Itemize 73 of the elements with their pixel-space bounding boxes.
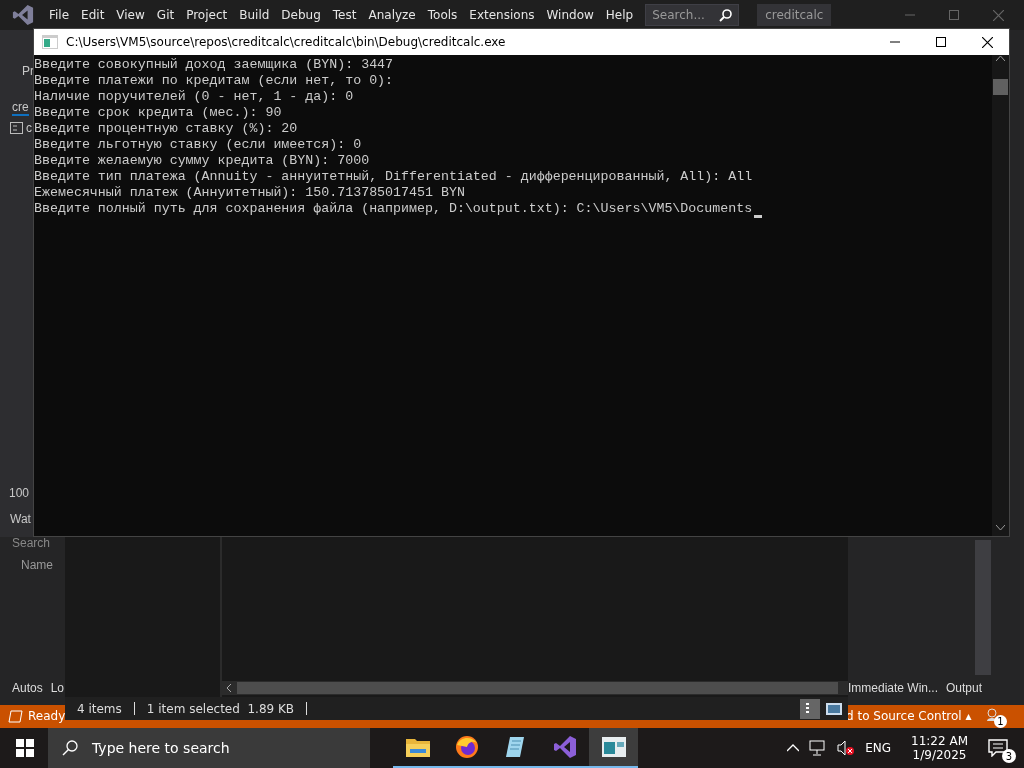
close-icon[interactable]: [982, 36, 993, 48]
volume-muted-icon[interactable]: [837, 740, 856, 756]
panel-tab[interactable]: Lo: [50, 681, 65, 695]
console-line: Введите срок кредита (мес.): 90: [34, 105, 282, 121]
search-field[interactable]: Search...: [645, 4, 740, 26]
maximize-icon[interactable]: [936, 37, 946, 47]
panel-tab[interactable]: Output: [946, 681, 983, 695]
menu-item[interactable]: File: [43, 6, 76, 24]
menu-item[interactable]: Help: [599, 6, 640, 24]
status-text: Ready: [28, 709, 66, 723]
scroll-up-icon[interactable]: [996, 55, 1005, 61]
ready-icon: [8, 710, 23, 723]
csharp-file-icon: [10, 122, 23, 134]
status-text: 1 item selected 1.89 KB: [146, 701, 295, 716]
panel-tab[interactable]: Autos: [12, 681, 43, 695]
scroll-down-icon[interactable]: [996, 525, 1005, 531]
visual-studio-icon[interactable]: [552, 735, 577, 759]
menu-item[interactable]: Tools: [421, 6, 464, 24]
notification-icon[interactable]: [985, 708, 999, 722]
console-line: Наличие поручителей (0 - нет, 1 - да): 0: [34, 89, 354, 105]
status-text: 4 items: [77, 701, 122, 716]
window-title: C:\Users\VM5\source\repos\creditcalc\creditcalc\bin\Debug\creditcalc.exe: [66, 35, 507, 49]
windows-start-icon[interactable]: [16, 739, 34, 757]
solution-name: creditcalc: [757, 4, 832, 26]
visual-studio-logo-icon: [12, 4, 34, 26]
menu-item[interactable]: Git: [150, 6, 181, 24]
console-line: Ежемесячный платеж (Аннуитетный): 150.713785017451 BYN: [34, 185, 465, 201]
console-line: Введите желаемую сумму кредита (BYN): 7000: [34, 153, 370, 169]
notification-count: 1: [994, 715, 1007, 728]
menu-item[interactable]: Window: [540, 6, 600, 24]
menu-item[interactable]: View: [110, 6, 151, 24]
menu-item[interactable]: Test: [326, 6, 363, 24]
menu-item[interactable]: Debug: [275, 6, 327, 24]
menu-item[interactable]: Project: [180, 6, 234, 24]
zoom-level[interactable]: 100: [9, 486, 30, 500]
text-cursor: [754, 215, 762, 218]
search-icon: [719, 8, 733, 22]
menu-item[interactable]: Analyze: [362, 6, 422, 24]
scroll-left-icon[interactable]: [225, 684, 233, 692]
column-header: Name: [21, 558, 53, 572]
toolbar-label: Pr: [22, 64, 34, 78]
notification-count: 3: [1002, 749, 1016, 763]
clock-date[interactable]: 1/9/2025: [912, 748, 967, 762]
console-line: Введите льготную ставку (если имеется): 0: [34, 137, 362, 153]
console-line: Введите полный путь для сохранения файла (например, D:\output.txt): C:\Users\VM5\Documents: [34, 201, 753, 217]
scroll-thumb[interactable]: [993, 79, 1008, 95]
console-line: Введите совокупный доход заемщика (BYN): 3447: [34, 57, 394, 73]
panel-title: Wat: [10, 512, 31, 526]
console-app-icon: [42, 35, 58, 49]
scroll-bar[interactable]: [222, 681, 848, 695]
search-field[interactable]: Type here to search: [48, 728, 370, 768]
language-indicator[interactable]: ENG: [865, 741, 892, 755]
menu-item[interactable]: Extensions: [463, 6, 541, 24]
console-line: Введите тип платежа (Annuity - аннуитетный, Differentiated - дифференцированный, All): All: [34, 169, 753, 185]
search-field[interactable]: Search: [12, 536, 51, 550]
console-line: Введите процентную ставку (%): 20: [34, 121, 298, 137]
network-icon[interactable]: [809, 740, 828, 756]
console-window-icon[interactable]: [601, 737, 626, 757]
folder-icon[interactable]: [405, 737, 430, 757]
document-tab[interactable]: cre: [12, 100, 29, 116]
search-icon: [62, 740, 78, 756]
action-center-icon[interactable]: [988, 739, 1008, 757]
taskbar-app[interactable]: [589, 728, 638, 768]
scroll-bar[interactable]: [975, 540, 991, 675]
console-line: Введите платежи по кредитам (если нет, то 0):: [34, 73, 394, 89]
details-view-icon[interactable]: [800, 698, 820, 719]
browser-icon[interactable]: [454, 735, 479, 759]
menu-item[interactable]: Edit: [75, 6, 111, 24]
menu-item[interactable]: Build: [233, 6, 276, 24]
file-name[interactable]: c: [26, 121, 32, 135]
panel-tab[interactable]: Immediate Win...: [848, 681, 939, 695]
clock-time[interactable]: 11:22 AM: [911, 734, 968, 748]
chevron-up-icon[interactable]: [787, 744, 800, 752]
